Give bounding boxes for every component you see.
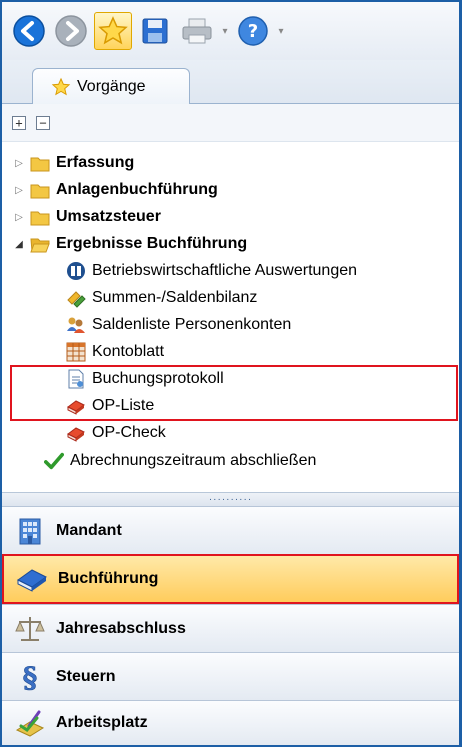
tree-item-op-check[interactable]: OP-Check: [66, 420, 166, 446]
forward-button[interactable]: [52, 12, 90, 50]
scales-icon: [14, 613, 46, 645]
tree-item-label: Umsatzsteuer: [56, 208, 161, 225]
nav-mandant[interactable]: Mandant: [2, 506, 459, 554]
tree-item-label: Betriebswirtschaftliche Auswertungen: [92, 262, 358, 279]
forward-icon: [55, 15, 87, 47]
expand-arrow-icon[interactable]: ▷: [14, 185, 24, 196]
tree-item-label: Summen-/Saldenbilanz: [92, 289, 258, 306]
help-icon: ?: [238, 16, 268, 46]
svg-text:§: §: [23, 662, 38, 692]
tree-item-label: Ergebnisse Buchführung: [56, 235, 248, 252]
nav-jahresabschluss[interactable]: Jahresabschluss: [2, 604, 459, 652]
nav-label: Steuern: [56, 667, 116, 685]
folder-open-icon: [30, 234, 50, 254]
ledger-book-icon: [16, 563, 48, 595]
tree-item-label: Kontoblatt: [92, 343, 165, 360]
collapse-arrow-icon[interactable]: ◢: [14, 239, 24, 250]
tree-item-kontoblatt[interactable]: Kontoblatt: [66, 339, 164, 365]
folder-icon: [30, 153, 50, 173]
expand-arrow-icon[interactable]: ▷: [14, 212, 24, 223]
highlight-box: [10, 365, 458, 421]
tree-item-label: Erfassung: [56, 154, 135, 171]
expand-all-button[interactable]: +: [12, 115, 26, 130]
print-dropdown-arrow[interactable]: ▾: [220, 26, 230, 37]
nav-label: Jahresabschluss: [56, 619, 186, 637]
back-button[interactable]: [10, 12, 48, 50]
nav-label: Buchführung: [58, 570, 159, 587]
tree-item-label: OP-Check: [92, 424, 166, 441]
nav-arbeitsplatz[interactable]: Arbeitsplatz: [2, 700, 459, 745]
tree-item-erfassung[interactable]: ▷ Erfassung: [14, 150, 134, 176]
workplace-icon: [14, 707, 46, 739]
tree-controls: + −: [2, 104, 459, 142]
persons-icon: [66, 315, 86, 335]
printer-icon: [182, 18, 212, 44]
pane-splitter[interactable]: ··········: [2, 492, 459, 506]
print-button[interactable]: [178, 12, 216, 50]
op-book-icon: [66, 423, 86, 443]
svg-text:?: ?: [248, 21, 258, 42]
nav-steuern[interactable]: § Steuern: [2, 652, 459, 700]
tree-item-anlagenbuchfuehrung[interactable]: ▷ Anlagenbuchführung: [14, 177, 218, 203]
expand-arrow-icon[interactable]: ▷: [14, 158, 24, 169]
building-icon: [14, 515, 46, 547]
tree-item-bwa[interactable]: Betriebswirtschaftliche Auswertungen: [66, 258, 357, 284]
help-dropdown-arrow[interactable]: ▾: [276, 26, 286, 37]
nav-buchfuehrung[interactable]: Buchführung: [2, 554, 459, 604]
tab-label: Vorgänge: [77, 78, 146, 95]
checkmark-icon: [44, 451, 64, 471]
help-button[interactable]: ?: [234, 12, 272, 50]
task-tree: ▷ Erfassung ▷ Anlagenbuchführung ▷ Umsat…: [2, 142, 459, 492]
tree-item-abrechnungszeitraum[interactable]: Abrechnungszeitraum abschließen: [44, 448, 316, 474]
star-icon: [98, 16, 128, 45]
nav-label: Mandant: [56, 521, 122, 539]
collapse-all-button[interactable]: −: [36, 115, 50, 130]
star-icon: [51, 77, 71, 96]
table-sheet-icon: [66, 342, 86, 362]
tree-item-umsatzsteuer[interactable]: ▷ Umsatzsteuer: [14, 204, 161, 230]
tree-item-saldenliste-personenkonten[interactable]: Saldenliste Personenkonten: [66, 312, 291, 338]
floppy-icon: [142, 18, 168, 44]
back-icon: [13, 15, 45, 47]
tab-vorgaenge[interactable]: Vorgänge: [32, 68, 190, 105]
tree-item-summen-saldenbilanz[interactable]: Summen-/Saldenbilanz: [66, 285, 257, 311]
tree-item-ergebnisse-buchfuehrung[interactable]: ◢ Ergebnisse Buchführung: [14, 231, 247, 257]
balance-list-icon: [66, 288, 86, 308]
bwa-report-icon: [66, 261, 86, 281]
tab-strip: Vorgänge: [2, 60, 459, 105]
folder-icon: [30, 180, 50, 200]
tree-item-label: Saldenliste Personenkonten: [92, 316, 292, 333]
grip-icon: ··········: [208, 493, 253, 505]
tree-item-label: Anlagenbuchführung: [56, 181, 218, 198]
save-button[interactable]: [136, 12, 174, 50]
favorites-button[interactable]: [94, 12, 132, 50]
tree-item-label: Abrechnungszeitraum abschließen: [70, 452, 317, 469]
nav-label: Arbeitsplatz: [56, 714, 148, 731]
toolbar: ▾ ? ▾: [2, 2, 459, 60]
folder-icon: [30, 207, 50, 227]
paragraph-icon: §: [14, 661, 46, 693]
